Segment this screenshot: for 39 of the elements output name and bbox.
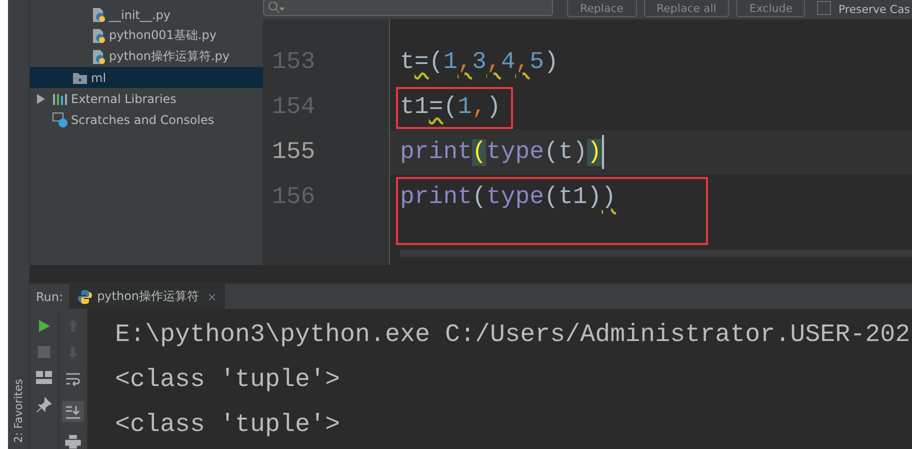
search-field[interactable] [263,0,553,16]
find-button[interactable]: Replace [567,0,637,17]
code-line: t=(1,3,4,5) [400,49,558,76]
python-file-icon [92,48,106,64]
output-line: <class 'tuple'> [115,364,342,396]
scroll-to-end-button[interactable] [62,400,84,422]
pin-icon[interactable] [36,397,52,413]
output-line: <class 'tuple'> [115,409,342,441]
code-line: print(type(t1)) [400,184,616,211]
folder-icon [72,70,88,84]
close-icon[interactable]: × [207,290,218,304]
favorites-tab[interactable]: 2: Favorites [12,379,25,443]
expand-arrow-icon[interactable] [36,92,46,104]
checkbox-label: Preserve Cas [838,3,910,16]
code-line: t1=(1,) [400,94,501,121]
tree-item[interactable]: Scratches and Consoles [30,109,263,130]
tree-item[interactable]: External Libraries [30,88,263,109]
run-label: Run: [35,290,64,304]
python-file-icon [92,28,106,44]
python-icon [77,288,94,304]
line-number: 155 [271,138,316,168]
print-icon[interactable] [65,435,81,449]
search-icon [268,2,284,14]
tree-item[interactable]: ml [30,67,263,88]
layout-icon[interactable] [36,371,52,384]
tree-item[interactable]: python001基础.py [30,25,263,46]
find-button[interactable]: Exclude [736,0,806,17]
output-line: E:\python3\python.exe C:/Users/Administrator.USER-202 [115,319,912,351]
code-editor[interactable]: t=(1,3,4,5) t1=(1,) print(type(t)) print(type(t1)) [390,40,912,265]
run-icon[interactable] [37,319,51,333]
tree-item[interactable]: python操作运算符.py [30,46,263,67]
tree-item[interactable]: __init__.py [30,4,263,25]
bar-chart-icon [52,92,68,106]
find-button[interactable]: Replace all [644,0,730,17]
python-file-icon [92,6,106,22]
run-tab[interactable]: python操作运算符 × [69,284,226,309]
console-clock-icon [52,112,68,128]
soft-wrap-icon[interactable] [65,372,81,388]
checkbox[interactable] [817,0,832,14]
